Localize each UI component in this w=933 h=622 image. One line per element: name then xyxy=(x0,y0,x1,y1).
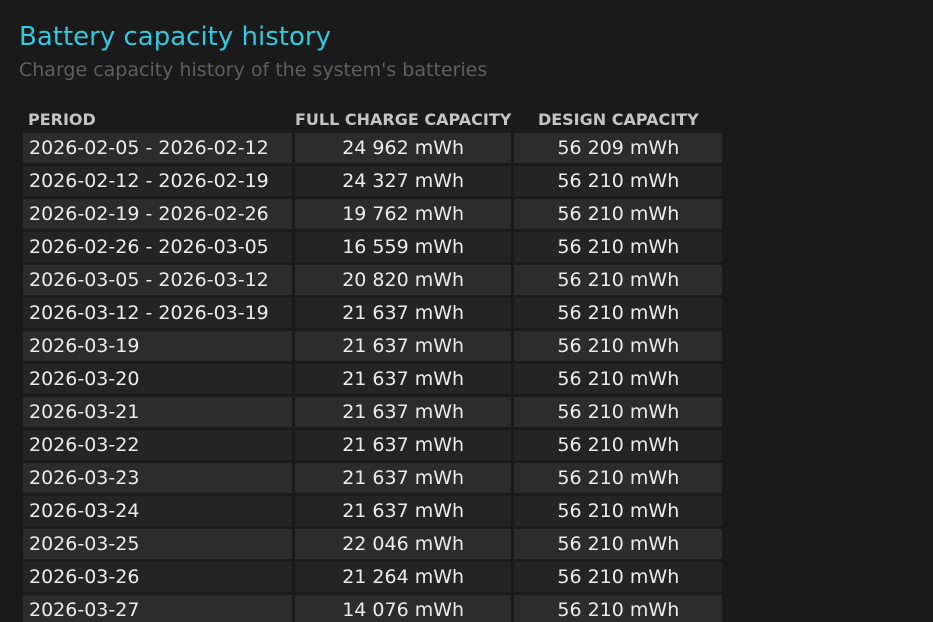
battery-report-page: Battery capacity history Charge capacity… xyxy=(0,0,933,622)
table-header-row: PERIOD FULL CHARGE CAPACITY DESIGN CAPAC… xyxy=(23,108,722,130)
full-charge-capacity-cell: 22 046 mWh xyxy=(295,529,512,559)
table-row: 2026-03-22 21 637 mWh 56 210 mWh xyxy=(23,430,723,460)
design-capacity-cell: 56 210 mWh xyxy=(514,562,723,592)
design-capacity-cell: 56 210 mWh xyxy=(514,529,723,559)
table-row: 2026-02-12 - 2026-02-19 24 327 mWh 56 210 … xyxy=(23,166,723,196)
period-cell: 2026-02-19 - 2026-02-26 xyxy=(23,199,292,229)
full-charge-capacity-cell: 20 820 mWh xyxy=(295,265,512,295)
design-capacity-cell: 56 210 mWh xyxy=(514,232,723,262)
page-title: Battery capacity history xyxy=(19,22,331,52)
design-capacity-cell: 56 210 mWh xyxy=(514,397,723,427)
table-row: 2026-03-23 21 637 mWh 56 210 mWh xyxy=(23,463,723,493)
full-charge-capacity-cell: 16 559 mWh xyxy=(295,232,512,262)
period-cell: 2026-02-26 - 2026-03-05 xyxy=(23,232,292,262)
page-subtitle: Charge capacity history of the system's … xyxy=(19,59,488,81)
full-charge-capacity-cell: 21 637 mWh xyxy=(295,331,512,361)
full-charge-capacity-cell: 21 637 mWh xyxy=(295,463,512,493)
period-cell: 2026-02-12 - 2026-02-19 xyxy=(23,166,292,196)
table-row: 2026-03-05 - 2026-03-12 20 820 mWh 56 210 … xyxy=(23,265,723,295)
design-capacity-cell: 56 210 mWh xyxy=(514,430,723,460)
column-header-full-charge-capacity: FULL CHARGE CAPACITY xyxy=(295,109,512,129)
period-cell: 2026-03-23 xyxy=(23,463,292,493)
table-row: 2026-03-27 14 076 mWh 56 210 mWh xyxy=(23,595,723,622)
period-cell: 2026-03-25 xyxy=(23,529,292,559)
full-charge-capacity-cell: 24 327 mWh xyxy=(295,166,512,196)
design-capacity-cell: 56 210 mWh xyxy=(514,265,723,295)
table-row: 2026-02-05 - 2026-02-12 24 962 mWh 56 209 … xyxy=(23,133,723,163)
design-capacity-cell: 56 210 mWh xyxy=(514,463,723,493)
full-charge-capacity-cell: 21 637 mWh xyxy=(295,430,512,460)
table-row: 2026-02-26 - 2026-03-05 16 559 mWh 56 210 … xyxy=(23,232,723,262)
full-charge-capacity-cell: 14 076 mWh xyxy=(295,595,512,622)
table-row: 2026-03-20 21 637 mWh 56 210 mWh xyxy=(23,364,723,394)
design-capacity-cell: 56 210 mWh xyxy=(514,331,723,361)
full-charge-capacity-cell: 19 762 mWh xyxy=(295,199,512,229)
period-cell: 2026-03-22 xyxy=(23,430,292,460)
design-capacity-cell: 56 210 mWh xyxy=(514,166,723,196)
table-row: 2026-03-12 - 2026-03-19 21 637 mWh 56 210 … xyxy=(23,298,723,328)
design-capacity-cell: 56 210 mWh xyxy=(514,595,723,622)
period-cell: 2026-03-21 xyxy=(23,397,292,427)
period-cell: 2026-03-20 xyxy=(23,364,292,394)
column-header-period: PERIOD xyxy=(28,109,96,129)
full-charge-capacity-cell: 21 637 mWh xyxy=(295,397,512,427)
design-capacity-cell: 56 210 mWh xyxy=(514,199,723,229)
table-row: 2026-03-24 21 637 mWh 56 210 mWh xyxy=(23,496,723,526)
column-header-design-capacity: DESIGN CAPACITY xyxy=(537,109,699,129)
table-row: 2026-03-26 21 264 mWh 56 210 mWh xyxy=(23,562,723,592)
period-cell: 2026-03-19 xyxy=(23,331,292,361)
table-row: 2026-03-19 21 637 mWh 56 210 mWh xyxy=(23,331,723,361)
period-cell: 2026-03-05 - 2026-03-12 xyxy=(23,265,292,295)
table-row: 2026-03-25 22 046 mWh 56 210 mWh xyxy=(23,529,723,559)
table-row: 2026-02-19 - 2026-02-26 19 762 mWh 56 210 … xyxy=(23,199,723,229)
full-charge-capacity-cell: 24 962 mWh xyxy=(295,133,512,163)
period-cell: 2026-03-24 xyxy=(23,496,292,526)
design-capacity-cell: 56 210 mWh xyxy=(514,496,723,526)
full-charge-capacity-cell: 21 637 mWh xyxy=(295,364,512,394)
full-charge-capacity-cell: 21 637 mWh xyxy=(295,496,512,526)
design-capacity-cell: 56 210 mWh xyxy=(514,364,723,394)
period-cell: 2026-03-12 - 2026-03-19 xyxy=(23,298,292,328)
period-cell: 2026-03-26 xyxy=(23,562,292,592)
table-body: 2026-02-05 - 2026-02-12 24 962 mWh 56 209 … xyxy=(23,133,723,622)
table-row: 2026-03-21 21 637 mWh 56 210 mWh xyxy=(23,397,723,427)
design-capacity-cell: 56 210 mWh xyxy=(514,298,723,328)
period-cell: 2026-02-05 - 2026-02-12 xyxy=(23,133,292,163)
design-capacity-cell: 56 209 mWh xyxy=(514,133,723,163)
battery-capacity-history-table: PERIOD FULL CHARGE CAPACITY DESIGN CAPAC… xyxy=(20,105,725,622)
period-cell: 2026-03-27 xyxy=(23,595,292,622)
full-charge-capacity-cell: 21 637 mWh xyxy=(295,298,512,328)
full-charge-capacity-cell: 21 264 mWh xyxy=(295,562,512,592)
